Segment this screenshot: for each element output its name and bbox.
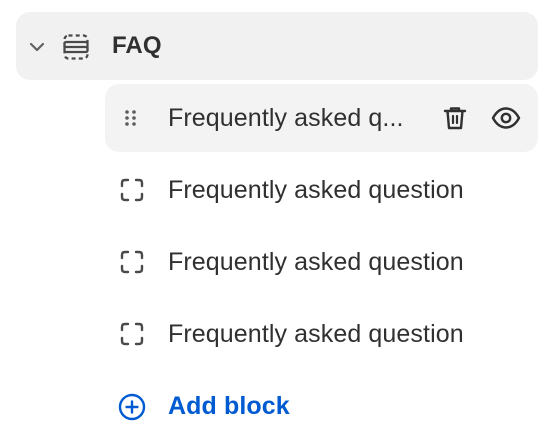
section-icon bbox=[62, 33, 90, 61]
block-item[interactable]: Frequently asked question bbox=[105, 300, 538, 368]
section-tree: FAQ Frequently asked q... Frequently ask… bbox=[0, 0, 558, 448]
block-item[interactable]: Frequently asked question bbox=[105, 156, 538, 224]
trash-icon[interactable] bbox=[441, 104, 469, 132]
add-block-button[interactable]: Add block bbox=[105, 372, 538, 440]
eye-icon[interactable] bbox=[490, 104, 522, 132]
block-icon bbox=[119, 249, 145, 275]
plus-circle-icon bbox=[117, 392, 147, 422]
chevron-down-icon[interactable] bbox=[26, 36, 48, 58]
block-label: Frequently asked question bbox=[168, 248, 464, 276]
section-title: FAQ bbox=[112, 32, 162, 59]
drag-handle-icon[interactable] bbox=[123, 108, 139, 128]
block-icon bbox=[119, 321, 145, 347]
section-item-faq[interactable]: FAQ bbox=[16, 12, 538, 80]
block-label: Frequently asked question bbox=[168, 320, 464, 348]
block-label: Frequently asked question bbox=[168, 176, 464, 204]
block-item[interactable]: Frequently asked question bbox=[105, 228, 538, 296]
block-icon bbox=[119, 177, 145, 203]
block-label: Frequently asked q... bbox=[168, 104, 404, 132]
block-item[interactable]: Frequently asked q... bbox=[105, 84, 538, 152]
add-block-label: Add block bbox=[168, 392, 290, 420]
